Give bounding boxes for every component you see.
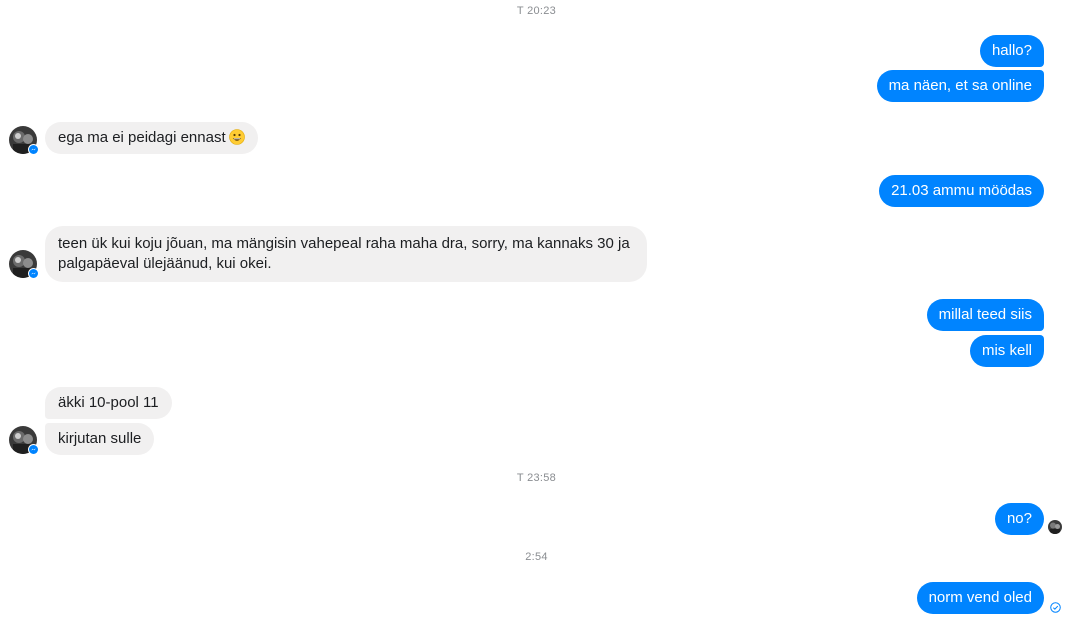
timestamp: T 20:23: [516, 5, 557, 17]
incoming-message[interactable]: äkki 10-pool 11: [45, 387, 172, 419]
outgoing-message[interactable]: 21.03 ammu möödas: [879, 175, 1044, 207]
sent-check-icon: [1050, 602, 1061, 613]
incoming-message[interactable]: ega ma ei peidagi ennast: [45, 122, 258, 154]
messenger-badge-icon: [28, 444, 39, 455]
contact-avatar[interactable]: [9, 426, 39, 455]
contact-avatar[interactable]: [9, 126, 39, 155]
timestamp: 2:54: [525, 551, 548, 563]
contact-avatar[interactable]: [9, 250, 39, 279]
outgoing-message[interactable]: millal teed siis: [926, 299, 1044, 331]
incoming-message[interactable]: teen ük kui koju jõuan, ma mängisin vahe…: [45, 226, 647, 282]
outgoing-message[interactable]: ma näen, et sa online: [876, 70, 1044, 102]
outgoing-message[interactable]: hallo?: [979, 35, 1044, 67]
messenger-badge-icon: [28, 144, 39, 155]
message-text: ega ma ei peidagi ennast: [58, 129, 226, 146]
outgoing-message[interactable]: norm vend oled: [916, 582, 1044, 614]
outgoing-message[interactable]: mis kell: [969, 335, 1044, 367]
incoming-message[interactable]: kirjutan sulle: [45, 423, 155, 455]
grinning-face-emoji-icon: [228, 129, 245, 145]
outgoing-message[interactable]: no?: [994, 503, 1044, 535]
messenger-badge-icon: [28, 268, 39, 279]
seen-avatar-icon: [1048, 520, 1062, 534]
timestamp: T 23:58: [516, 472, 557, 484]
